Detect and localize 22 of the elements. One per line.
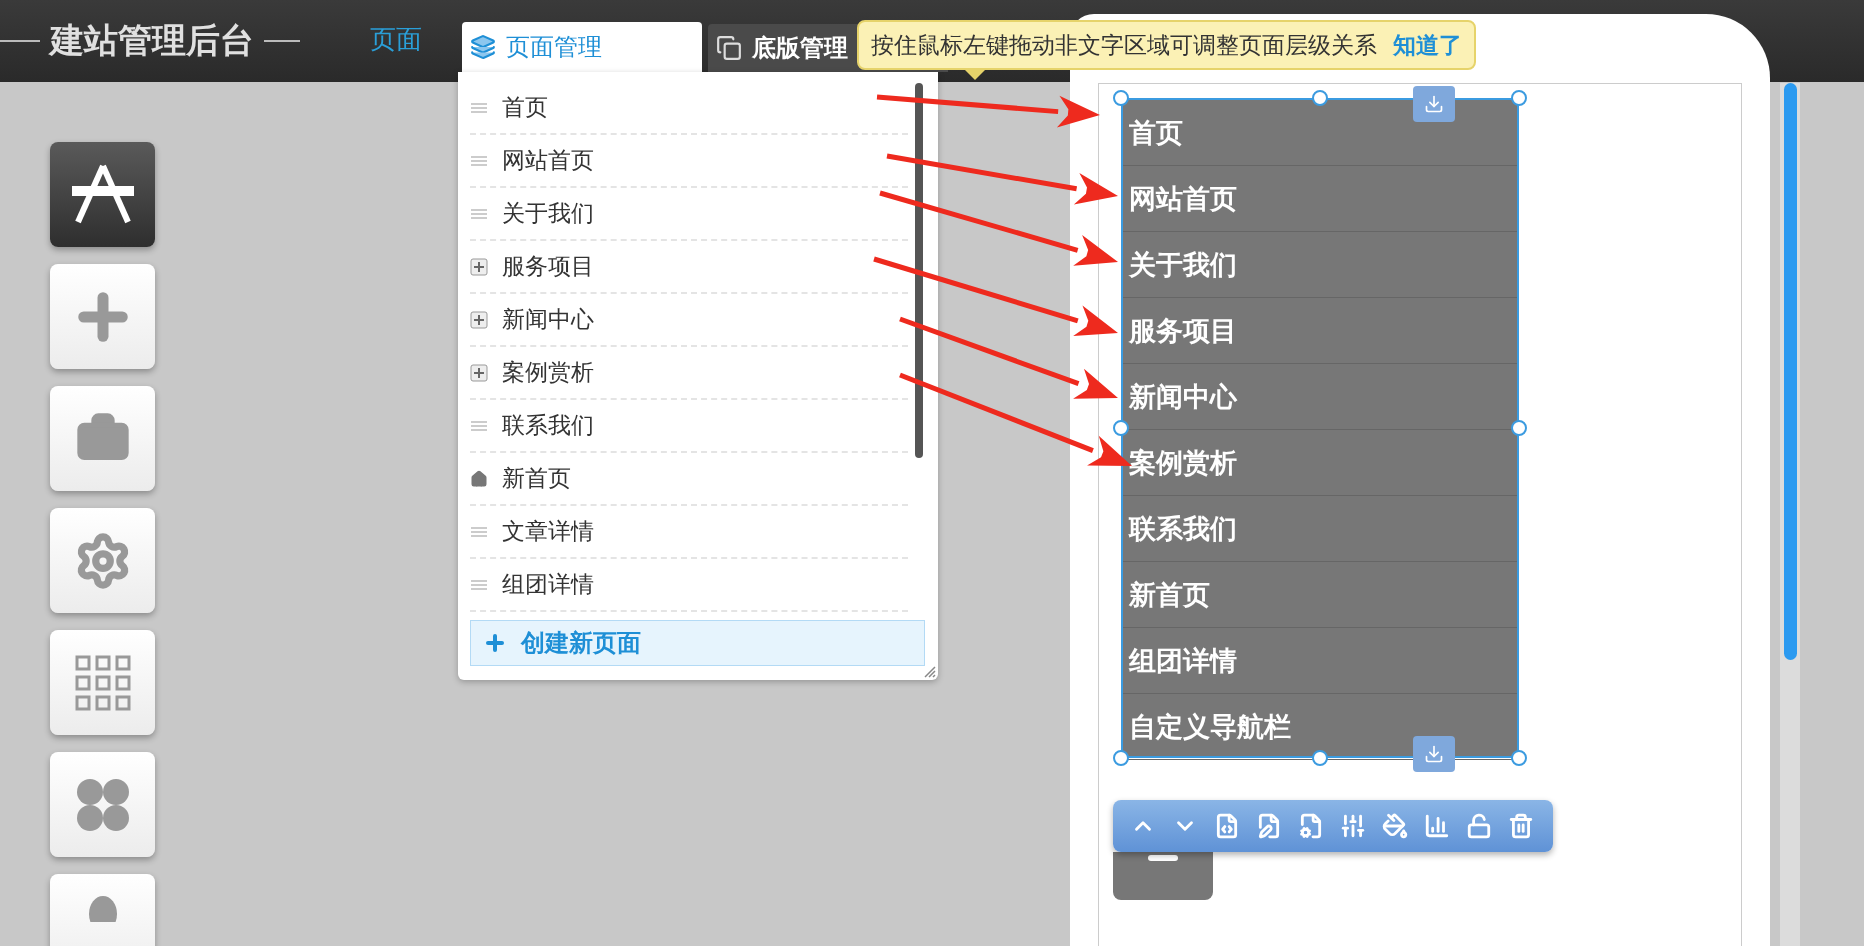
nav-widget[interactable]: 首页 网站首页 关于我们 服务项目 新闻中心 案例赏析 联系我们 新首页 组团详情 自定义导航栏 (1121, 98, 1519, 758)
page-list-item[interactable]: 服务项目 (502, 251, 594, 282)
page-list-item[interactable]: 案例赏析 (502, 357, 594, 388)
page-list-item[interactable]: 关于我们 (502, 198, 594, 229)
got-it-link[interactable]: 知道了 (1393, 29, 1462, 61)
nav-menu-item[interactable]: 关于我们 (1123, 232, 1517, 298)
page-list-item[interactable]: 文章详情 (502, 516, 594, 547)
page-list-item[interactable]: 新闻中心 (502, 304, 594, 335)
page-list-item[interactable]: 联系我们 (502, 410, 594, 441)
nav-menu-item[interactable]: 联系我们 (1123, 496, 1517, 562)
app-title: 建站管理后台 (50, 19, 254, 62)
create-page-button[interactable]: 创建新页面 (470, 620, 925, 666)
nav-link[interactable]: 页面 (370, 21, 422, 57)
page-list-item[interactable]: 组团详情 (502, 569, 594, 600)
tab[interactable]: 页面管理 (462, 22, 702, 72)
nav-menu-item[interactable]: 新首页 (1123, 562, 1517, 628)
nav-menu-item[interactable]: 服务项目 (1123, 298, 1517, 364)
nav-menu-item[interactable]: 网站首页 (1123, 166, 1517, 232)
page-list-item[interactable]: 首页 (502, 92, 548, 123)
page-list-item[interactable]: 新首页 (502, 463, 571, 494)
nav-menu-item[interactable]: 组团详情 (1123, 628, 1517, 694)
page-list-item[interactable]: 网站首页 (502, 145, 594, 176)
